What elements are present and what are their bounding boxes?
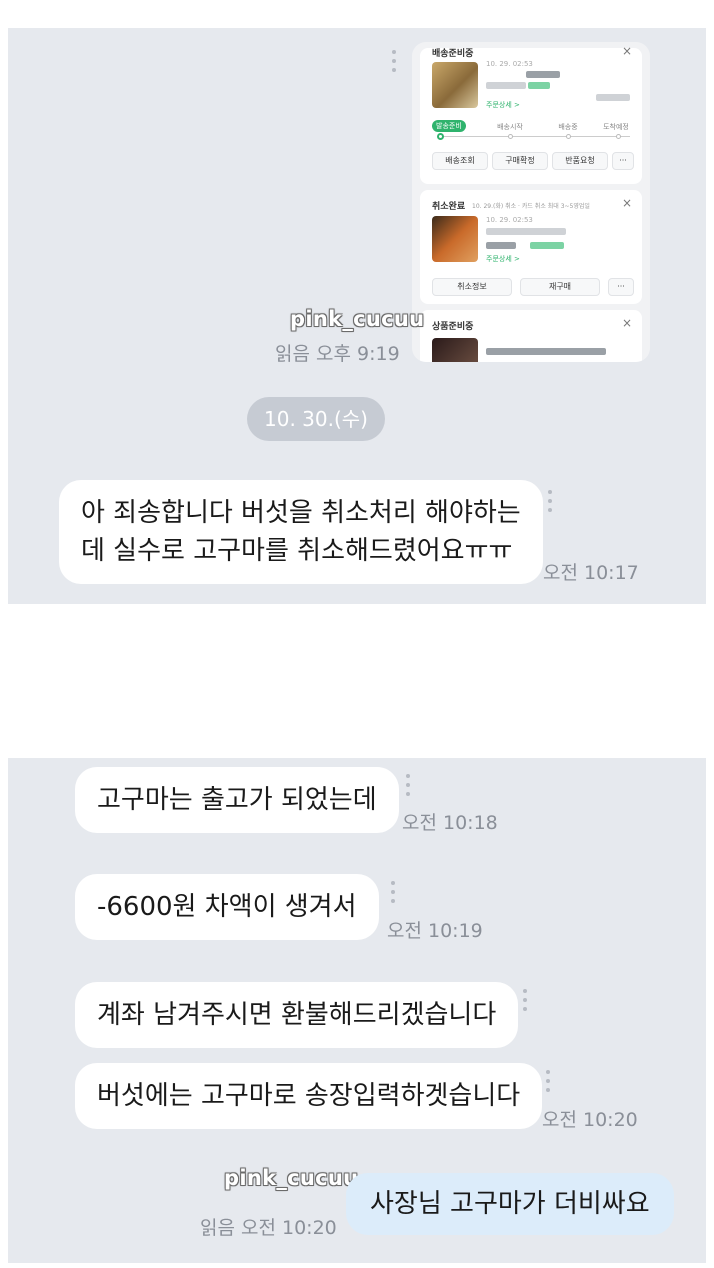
return-request-button[interactable]: 반품요청 [552, 152, 608, 170]
chat-panel-bottom: 고구마는 출고가 되었는데 오전 10:18 -6600원 차액이 생겨서 오전… [8, 758, 706, 1263]
order-detail-link[interactable]: 주문상세 > [486, 100, 520, 110]
message-text-line: 데 실수로 고구마를 취소해드렸어요ㅠㅠ [81, 536, 513, 566]
track-delivery-button[interactable]: 배송조회 [432, 152, 488, 170]
order-status-label: 배송준비중 [432, 49, 474, 59]
product-thumbnail [432, 338, 478, 362]
read-receipt-time: 읽음 오전 10:20 [200, 1217, 337, 1239]
cancel-info: 10. 29.(화) 취소 · 카드 취소 최대 3~5영업일 [472, 203, 590, 210]
watermark-text: pink_cucuu [224, 1166, 359, 1190]
order-status-label: 상품준비중 [432, 322, 474, 332]
watermark-text: pink_cucuu [290, 307, 425, 331]
order-date: 10. 29. 02:53 [486, 216, 533, 224]
order-detail-link[interactable]: 주문상세 > [486, 254, 520, 264]
order-status-label: 취소완료 [432, 202, 466, 212]
chat-panel-top: 배송준비중 × 10. 29. 02:53 주문상세 > 발송준비 배송시작 배… [8, 28, 706, 604]
step-label: 배송시작 [497, 123, 523, 131]
more-options-icon[interactable] [405, 774, 411, 801]
reorder-button[interactable]: 재구매 [520, 278, 600, 296]
redacted-text [486, 348, 606, 355]
more-button[interactable]: ··· [612, 152, 634, 170]
redacted-text [596, 94, 630, 101]
message-bubble-incoming[interactable]: 고구마는 출고가 되었는데 [75, 767, 399, 833]
redacted-text [486, 242, 516, 249]
message-text: 버섯에는 고구마로 송장입력하겟습니다 [97, 1081, 521, 1111]
confirm-purchase-button[interactable]: 구매확정 [492, 152, 548, 170]
message-bubble-outgoing[interactable]: 사장님 고구마가 더비싸요 [346, 1173, 674, 1235]
more-options-icon[interactable] [391, 50, 397, 77]
more-button[interactable]: ··· [608, 278, 634, 296]
close-icon[interactable]: × [622, 196, 632, 210]
progress-node [566, 134, 571, 139]
step-label: 도착예정 [603, 123, 629, 131]
order-card-preparing: 상품준비중 × [420, 310, 642, 362]
message-bubble-incoming[interactable]: 계좌 남겨주시면 환불해드리겠습니다 [75, 982, 519, 1048]
order-card-shipping: 배송준비중 × 10. 29. 02:53 주문상세 > 발송준비 배송시작 배… [420, 44, 642, 184]
message-text: -6600원 차액이 생겨서 [97, 892, 357, 922]
redacted-text [486, 228, 566, 235]
more-options-icon[interactable] [522, 989, 528, 1016]
redacted-text [530, 242, 564, 249]
message-time: 오전 10:20 [542, 1109, 638, 1131]
close-icon[interactable]: × [622, 316, 632, 330]
step-label-current: 발송준비 [432, 120, 466, 132]
message-text: 사장님 고구마가 더비싸요 [370, 1189, 650, 1219]
message-time: 오전 10:19 [387, 920, 483, 942]
cancel-info-button[interactable]: 취소정보 [432, 278, 512, 296]
redacted-text [528, 82, 550, 89]
message-time: 오전 10:17 [543, 562, 639, 584]
more-options-icon[interactable] [547, 490, 553, 517]
message-text-line: 아 죄송합니다 버섯을 취소처리 해야하는 [81, 498, 521, 528]
close-icon[interactable]: × [622, 44, 632, 58]
progress-node [437, 133, 444, 140]
product-thumbnail [432, 216, 478, 262]
step-label: 배송중 [558, 123, 578, 131]
message-text: 계좌 남겨주시면 환불해드리겠습니다 [97, 1000, 497, 1030]
progress-node [616, 134, 621, 139]
order-card-cancelled: 취소완료 10. 29.(화) 취소 · 카드 취소 최대 3~5영업일 × 1… [420, 190, 642, 304]
product-thumbnail [432, 62, 478, 108]
message-bubble-incoming[interactable]: 버섯에는 고구마로 송장입력하겟습니다 [75, 1063, 543, 1129]
message-bubble-incoming[interactable]: -6600원 차액이 생겨서 [75, 874, 379, 940]
message-time: 오전 10:18 [402, 812, 498, 834]
message-bubble-incoming[interactable]: 아 죄송합니다 버섯을 취소처리 해야하는 데 실수로 고구마를 취소해드렸어요… [59, 480, 543, 584]
redacted-text [486, 82, 526, 89]
order-date: 10. 29. 02:53 [486, 60, 533, 68]
shared-screenshot-image[interactable]: 배송준비중 × 10. 29. 02:53 주문상세 > 발송준비 배송시작 배… [412, 42, 650, 362]
redacted-text [526, 71, 560, 78]
more-options-icon[interactable] [545, 1070, 551, 1097]
progress-track [440, 136, 630, 137]
message-text: 고구마는 출고가 되었는데 [97, 785, 377, 815]
read-receipt-time: 읽음 오후 9:19 [275, 343, 400, 365]
progress-node [508, 134, 513, 139]
date-divider: 10. 30.(수) [247, 397, 385, 441]
more-options-icon[interactable] [390, 881, 396, 908]
